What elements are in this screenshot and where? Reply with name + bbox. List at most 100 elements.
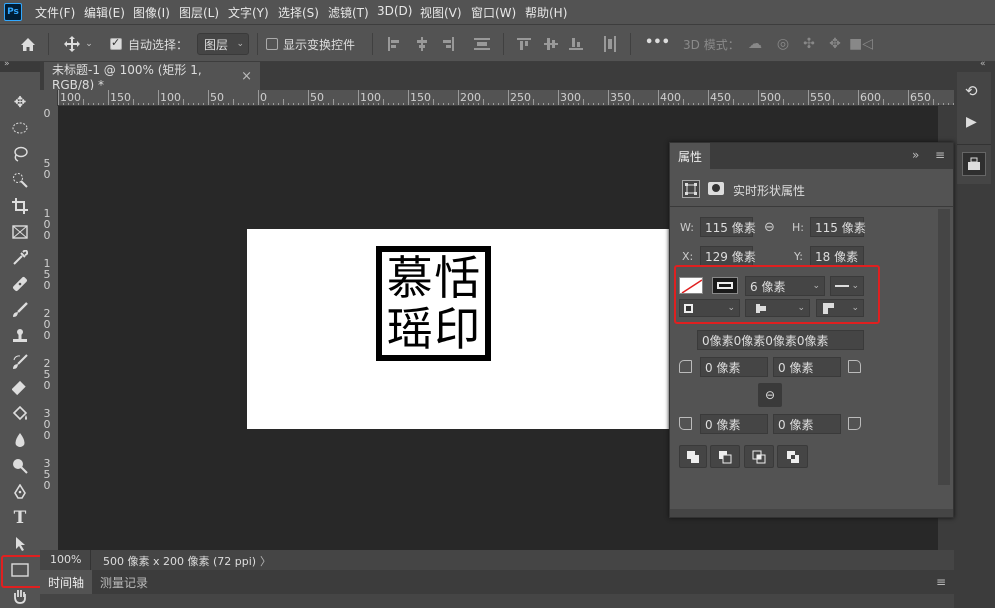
path-combine-button[interactable] bbox=[679, 445, 707, 468]
toolbar-collapse-bar[interactable]: » bbox=[0, 59, 40, 72]
path-selection-tool-icon[interactable] bbox=[8, 533, 32, 555]
zoom-level[interactable]: 100% bbox=[50, 553, 81, 566]
brush-tool-icon[interactable] bbox=[8, 299, 32, 321]
align-middle-v-icon[interactable] bbox=[541, 35, 561, 53]
history-panel-icon[interactable]: ⟲ bbox=[965, 82, 978, 100]
3d-orbit-icon[interactable]: ☁ bbox=[744, 35, 766, 53]
corner-top-right-input[interactable]: 0 像素 bbox=[773, 357, 841, 377]
menu-view[interactable]: 视图(V) bbox=[420, 4, 462, 21]
path-exclude-button[interactable] bbox=[777, 445, 808, 468]
link-icon[interactable]: ⊖ bbox=[764, 220, 775, 235]
menu-3d[interactable]: 3D(D) bbox=[377, 4, 412, 18]
marquee-tool-icon[interactable] bbox=[8, 117, 32, 139]
ruler-origin[interactable] bbox=[40, 90, 58, 106]
tab-measurement-log[interactable]: 测量记录 bbox=[92, 570, 156, 594]
move-tool-icon[interactable]: ✥ bbox=[8, 91, 32, 113]
menu-file[interactable]: 文件(F) bbox=[35, 4, 75, 21]
dodge-tool-icon[interactable] bbox=[8, 455, 32, 477]
show-transform-label: 显示变换控件 bbox=[283, 38, 356, 52]
quick-selection-tool-icon[interactable] bbox=[8, 169, 32, 191]
properties-scrollbar[interactable] bbox=[938, 209, 950, 485]
history-brush-tool-icon[interactable] bbox=[8, 351, 32, 373]
eyedropper-tool-icon[interactable] bbox=[8, 247, 32, 269]
corner-bottom-right-icon bbox=[848, 417, 861, 430]
properties-panel-icon[interactable] bbox=[962, 152, 986, 176]
distribute-v-icon[interactable] bbox=[600, 35, 620, 53]
bottom-panel-tabs: 时间轴 测量记录 ≡ bbox=[40, 570, 954, 594]
panel-menu-icon[interactable]: ≡ bbox=[935, 148, 945, 162]
width-input[interactable]: 115 像素 bbox=[700, 217, 756, 237]
align-center-h-icon[interactable] bbox=[412, 35, 432, 53]
ruler-tick-label: 2 0 0 bbox=[43, 307, 51, 342]
menu-layer[interactable]: 图层(L) bbox=[179, 4, 219, 21]
document-paper[interactable]: 慕 恬 瑶 印 bbox=[247, 229, 677, 429]
distribute-icon[interactable] bbox=[472, 35, 492, 53]
3d-scale-icon[interactable]: ■◁ bbox=[849, 35, 873, 53]
x-input[interactable]: 129 像素 bbox=[700, 246, 756, 266]
path-intersect-button[interactable] bbox=[744, 445, 774, 468]
panel-menu-icon[interactable]: ≡ bbox=[936, 575, 946, 589]
clone-stamp-tool-icon[interactable] bbox=[8, 325, 32, 347]
menu-edit[interactable]: 编辑(E) bbox=[84, 4, 125, 21]
lasso-tool-icon[interactable] bbox=[8, 143, 32, 165]
paint-bucket-tool-icon[interactable] bbox=[8, 403, 32, 425]
crop-tool-icon[interactable] bbox=[8, 195, 32, 217]
more-options-icon[interactable]: ••• bbox=[645, 35, 670, 50]
link-corners-button[interactable]: ⊖ bbox=[758, 383, 782, 407]
corner-bottom-right-input[interactable]: 0 像素 bbox=[773, 414, 841, 434]
collapse-panel-icon[interactable]: » bbox=[912, 148, 919, 162]
corner-top-left-input[interactable]: 0 像素 bbox=[700, 357, 768, 377]
auto-select-checkbox[interactable] bbox=[110, 36, 122, 50]
type-tool-icon[interactable]: T bbox=[8, 507, 32, 529]
eraser-tool-icon[interactable] bbox=[8, 377, 32, 399]
blur-tool-icon[interactable] bbox=[8, 429, 32, 451]
properties-panel: 属性 » ≡ 实时形状属性 W: 115 像素 ⊖ H: 115 像素 X: 1… bbox=[669, 142, 954, 518]
auto-select-target-dropdown[interactable]: 图层 ⌄ bbox=[197, 33, 249, 55]
tab-timeline[interactable]: 时间轴 bbox=[40, 570, 93, 594]
corner-radius-all-input[interactable]: 0像素0像素0像素0像素 bbox=[697, 330, 864, 350]
section-title: 实时形状属性 bbox=[733, 184, 806, 198]
ruler-tick-label: 100 bbox=[60, 91, 81, 104]
seal-shape[interactable]: 慕 恬 瑶 印 bbox=[376, 246, 491, 361]
menu-image[interactable]: 图像(I) bbox=[133, 4, 170, 21]
transform-handles-icon[interactable] bbox=[682, 180, 700, 198]
corner-bottom-left-input[interactable]: 0 像素 bbox=[700, 414, 768, 434]
align-bottom-icon[interactable] bbox=[566, 35, 586, 53]
y-label: Y: bbox=[794, 250, 803, 263]
close-icon[interactable]: × bbox=[241, 69, 252, 84]
3d-pan-icon[interactable]: ✣ bbox=[798, 35, 820, 53]
status-menu-arrow-icon[interactable]: 〉 bbox=[260, 553, 271, 569]
align-top-icon[interactable] bbox=[514, 35, 534, 53]
show-transform-checkbox[interactable] bbox=[266, 38, 278, 50]
align-left-icon[interactable] bbox=[384, 35, 404, 53]
menu-select[interactable]: 选择(S) bbox=[278, 4, 319, 21]
photoshop-window: Ps 文件(F) 编辑(E) 图像(I) 图层(L) 文字(Y) 选择(S) 滤… bbox=[0, 0, 995, 608]
menu-filter[interactable]: 滤镜(T) bbox=[328, 4, 369, 21]
3d-roll-icon[interactable]: ◎ bbox=[772, 35, 794, 53]
3d-slide-icon[interactable]: ✥ bbox=[824, 35, 846, 53]
actions-play-icon[interactable]: ▶ bbox=[966, 114, 977, 130]
ruler-tick-label: 250 bbox=[510, 91, 531, 104]
healing-brush-tool-icon[interactable] bbox=[8, 273, 32, 295]
corner-top-left-icon bbox=[679, 360, 692, 373]
menu-help[interactable]: 帮助(H) bbox=[525, 4, 567, 21]
height-input[interactable]: 115 像素 bbox=[810, 217, 866, 237]
properties-resize-bar[interactable] bbox=[670, 509, 953, 517]
pen-tool-icon[interactable] bbox=[8, 481, 32, 503]
menu-type[interactable]: 文字(Y) bbox=[228, 4, 269, 21]
path-subtract-button[interactable] bbox=[710, 445, 740, 468]
ruler-tick-label: 100 bbox=[160, 91, 181, 104]
home-icon[interactable] bbox=[16, 33, 40, 55]
menu-window[interactable]: 窗口(W) bbox=[471, 4, 516, 21]
y-input[interactable]: 18 像素 bbox=[810, 246, 864, 266]
move-tool-preset-icon[interactable]: ⌄ bbox=[58, 33, 98, 55]
menu-bar: Ps 文件(F) 编辑(E) 图像(I) 图层(L) 文字(Y) 选择(S) 滤… bbox=[0, 0, 995, 24]
stroke-settings-highlight bbox=[674, 265, 880, 324]
tab-properties[interactable]: 属性 bbox=[670, 143, 711, 169]
ruler-tick-label: 400 bbox=[660, 91, 681, 104]
tools-panel: ✥ T bbox=[0, 90, 40, 608]
document-tab[interactable]: 未标题-1 @ 100% (矩形 1, RGB/8) * × bbox=[44, 62, 260, 92]
frame-tool-icon[interactable] bbox=[8, 221, 32, 243]
align-right-icon[interactable] bbox=[438, 35, 458, 53]
hand-tool-icon[interactable] bbox=[8, 585, 32, 607]
